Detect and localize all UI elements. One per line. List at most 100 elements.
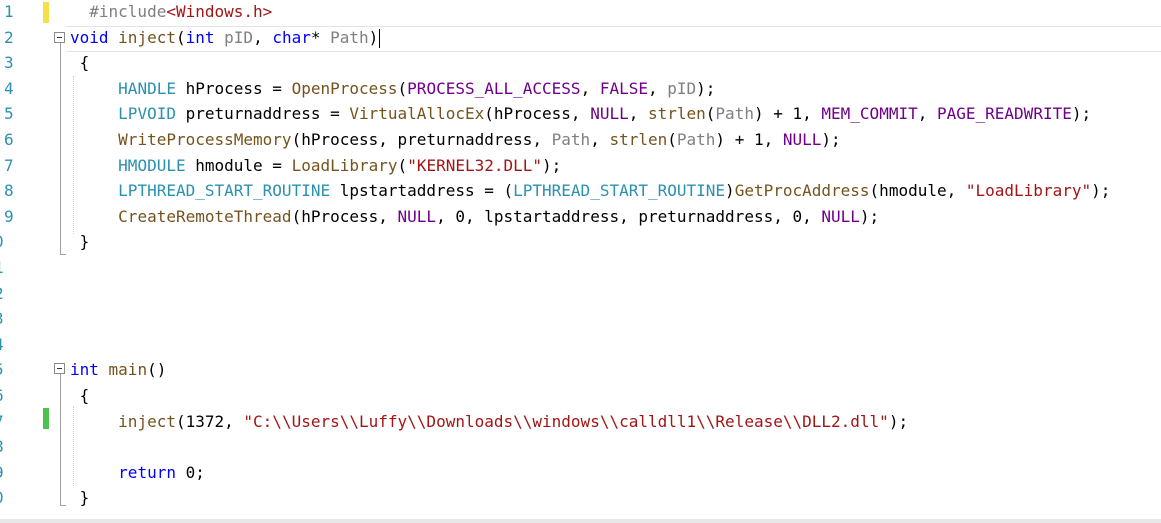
- macro: FALSE: [599, 78, 648, 98]
- type-name: HANDLE: [118, 78, 176, 98]
- type-name: LPTHREAD_START_ROUTINE: [513, 181, 726, 201]
- line-number: 8: [0, 434, 14, 460]
- punctuation: (): [147, 360, 167, 380]
- collapse-toggle-icon[interactable]: [54, 363, 65, 374]
- line-number: 3: [4, 53, 14, 73]
- code-line-4: HANDLE hProcess = OpenProcess(PROCESS_AL…: [70, 76, 715, 102]
- brace: }: [79, 232, 90, 252]
- code-editor[interactable]: 12345678901234567890 #include<Windows.h>…: [0, 0, 1161, 523]
- line-number: 5: [0, 357, 14, 383]
- code-line-20: }: [70, 485, 90, 511]
- code-line-3: {: [70, 50, 90, 76]
- code-text: (hProcess,: [484, 104, 591, 124]
- code-text: (: [705, 104, 716, 124]
- line-number: 6: [0, 383, 14, 409]
- line-number: 2: [4, 27, 14, 47]
- function-call: GetProcAddress: [734, 181, 870, 201]
- macro: PROCESS_ALL_ACCESS: [407, 78, 581, 98]
- code-line-9: CreateRemoteThread(hProcess, NULL, 0, lp…: [70, 204, 879, 230]
- type-name: LPTHREAD_START_ROUTINE: [118, 181, 331, 201]
- string-literal: "LoadLibrary": [965, 181, 1092, 201]
- fold-region-end: [60, 505, 66, 506]
- code-text: hmodule =: [185, 155, 292, 175]
- punctuation: (: [175, 27, 186, 47]
- brace: {: [79, 53, 90, 73]
- brace: {: [79, 386, 90, 405]
- code-line-17: inject(1372, "C:\\Users\\Luffy\\Download…: [70, 409, 908, 435]
- function-call: CreateRemoteThread: [118, 206, 292, 226]
- function-call: inject: [118, 411, 176, 431]
- macro: MEM_COMMIT: [821, 104, 918, 124]
- line-number: 2: [0, 281, 14, 307]
- code-text: (: [397, 78, 408, 98]
- line-number: 8: [4, 181, 14, 201]
- code-text: 0;: [175, 462, 205, 482]
- code-line-5: LPVOID preturnaddress = VirtualAllocEx(h…: [70, 101, 1091, 127]
- parameter: Path: [551, 130, 591, 149]
- function-name: inject: [118, 27, 176, 47]
- function-call: strlen: [609, 130, 668, 149]
- string-literal: "C:\\Users\\Luffy\\Downloads\\windows\\c…: [243, 411, 889, 431]
- line-number: 7: [0, 409, 14, 435]
- keyword: int: [185, 27, 215, 47]
- code-line-1: #include<Windows.h>: [70, 0, 272, 25]
- line-number: 4: [0, 332, 14, 358]
- code-text: );: [542, 155, 562, 175]
- line-number: 6: [4, 130, 14, 149]
- code-text: ,: [590, 130, 610, 149]
- code-text: ,: [648, 78, 668, 98]
- code-line-19: return 0;: [70, 460, 205, 486]
- fold-region-end: [60, 254, 66, 255]
- macro: NULL: [590, 104, 629, 124]
- parameter: pID: [667, 78, 697, 98]
- line-number: 1: [4, 2, 14, 21]
- fold-region-line: [60, 43, 61, 254]
- code-text: preturnaddress =: [175, 104, 350, 124]
- code-line-16: {: [70, 383, 90, 409]
- code-line-8: LPTHREAD_START_ROUTINE lpstartaddress = …: [70, 178, 1110, 204]
- keyword: int: [70, 360, 99, 380]
- parameter: Path: [330, 27, 369, 47]
- line-number: 0: [0, 229, 14, 255]
- line-number: 4: [4, 78, 14, 98]
- line-number: 0: [0, 485, 14, 511]
- brace: }: [79, 488, 90, 508]
- code-text: ,: [628, 104, 648, 124]
- punctuation: *: [310, 27, 331, 47]
- line-number: 9: [0, 460, 14, 486]
- code-text: hProcess =: [175, 78, 292, 98]
- code-text: (1372,: [175, 411, 244, 431]
- function-call: LoadLibrary: [291, 155, 398, 175]
- line-number: 1: [0, 255, 14, 281]
- code-text: );: [859, 206, 880, 226]
- punctuation: ): [368, 27, 379, 47]
- code-text: ) + 1,: [715, 130, 783, 149]
- macro: NULL: [821, 206, 860, 226]
- function-call: VirtualAllocEx: [349, 104, 485, 124]
- keyword: char: [272, 27, 311, 47]
- code-line-10: }: [70, 229, 90, 255]
- line-number: 7: [4, 155, 14, 175]
- keyword: void: [70, 27, 109, 47]
- type-name: LPVOID: [118, 104, 176, 124]
- code-text: (hProcess,: [291, 206, 398, 226]
- saved-line-marker: [43, 408, 49, 429]
- code-text: ,: [580, 78, 600, 98]
- code-text: );: [888, 411, 909, 431]
- string-literal: "KERNEL32.DLL": [407, 155, 543, 175]
- header-bracket: >: [262, 2, 273, 21]
- code-text: (hProcess, preturnaddress,: [291, 130, 552, 149]
- code-text: (hmodule,: [869, 181, 966, 201]
- text-cursor: [379, 28, 381, 48]
- horizontal-scrollbar[interactable]: [0, 519, 1161, 523]
- macro: NULL: [782, 130, 822, 149]
- parameter: pID: [224, 27, 254, 47]
- code-text: ): [725, 181, 735, 201]
- function-call: OpenProcess: [291, 78, 398, 98]
- code-line-7: HMODULE hmodule = LoadLibrary("KERNEL32.…: [70, 153, 561, 179]
- header-name: Windows.h: [175, 2, 263, 21]
- fold-region-line: [60, 374, 61, 505]
- code-line-15: int main(): [70, 357, 166, 383]
- collapse-toggle-icon[interactable]: [54, 32, 65, 43]
- code-text: );: [696, 78, 716, 98]
